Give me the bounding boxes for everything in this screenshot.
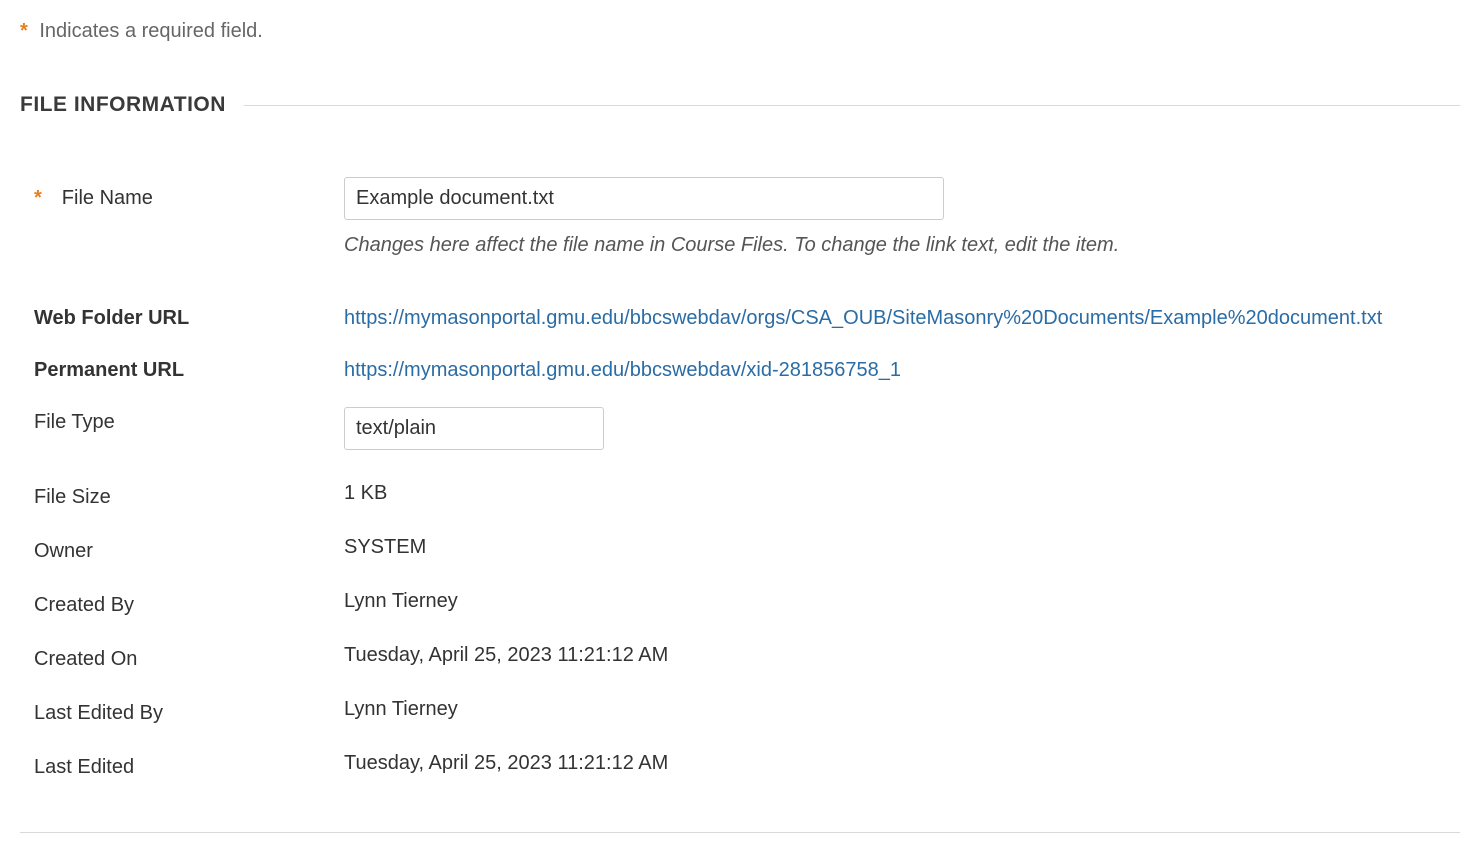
field-web-folder-url: Web Folder URL https://mymasonportal.gmu… — [20, 303, 1460, 333]
file-size-value: 1 KB — [344, 482, 387, 504]
file-type-label: File Type — [34, 411, 115, 434]
web-folder-url-label: Web Folder URL — [34, 307, 189, 330]
last-edited-by-label: Last Edited By — [34, 702, 163, 725]
last-edited-by-value: Lynn Tierney — [344, 698, 458, 720]
field-last-edited: Last Edited Tuesday, April 25, 2023 11:2… — [20, 752, 1460, 782]
field-file-type: File Type — [20, 407, 1460, 450]
asterisk-icon: * — [20, 20, 28, 42]
section-title: FILE INFORMATION — [20, 93, 226, 117]
web-folder-url-link[interactable]: https://mymasonportal.gmu.edu/bbcswebdav… — [344, 307, 1382, 329]
file-name-helper: Changes here affect the file name in Cou… — [344, 234, 1460, 257]
field-last-edited-by: Last Edited By Lynn Tierney — [20, 698, 1460, 728]
permanent-url-link[interactable]: https://mymasonportal.gmu.edu/bbcswebdav… — [344, 359, 901, 381]
file-size-label: File Size — [34, 486, 111, 509]
required-field-hint-text: Indicates a required field. — [34, 20, 263, 42]
file-name-label: File Name — [62, 187, 153, 210]
bottom-divider — [20, 832, 1460, 833]
created-on-value: Tuesday, April 25, 2023 11:21:12 AM — [344, 644, 668, 666]
owner-value: SYSTEM — [344, 536, 426, 558]
file-name-input[interactable] — [344, 177, 944, 220]
field-permanent-url: Permanent URL https://mymasonportal.gmu.… — [20, 355, 1460, 385]
field-owner: Owner SYSTEM — [20, 536, 1460, 566]
field-file-size: File Size 1 KB — [20, 482, 1460, 512]
field-created-by: Created By Lynn Tierney — [20, 590, 1460, 620]
required-field-hint: * Indicates a required field. — [20, 20, 1460, 43]
section-divider — [244, 105, 1460, 106]
asterisk-icon: * — [34, 187, 42, 210]
field-created-on: Created On Tuesday, April 25, 2023 11:21… — [20, 644, 1460, 674]
created-by-value: Lynn Tierney — [344, 590, 458, 612]
created-on-label: Created On — [34, 648, 137, 671]
created-by-label: Created By — [34, 594, 134, 617]
last-edited-label: Last Edited — [34, 756, 134, 779]
permanent-url-label: Permanent URL — [34, 359, 184, 382]
file-type-input[interactable] — [344, 407, 604, 450]
field-file-name: * File Name Changes here affect the file… — [20, 177, 1460, 257]
last-edited-value: Tuesday, April 25, 2023 11:21:12 AM — [344, 752, 668, 774]
owner-label: Owner — [34, 540, 93, 563]
section-header-row: FILE INFORMATION — [20, 93, 1460, 117]
